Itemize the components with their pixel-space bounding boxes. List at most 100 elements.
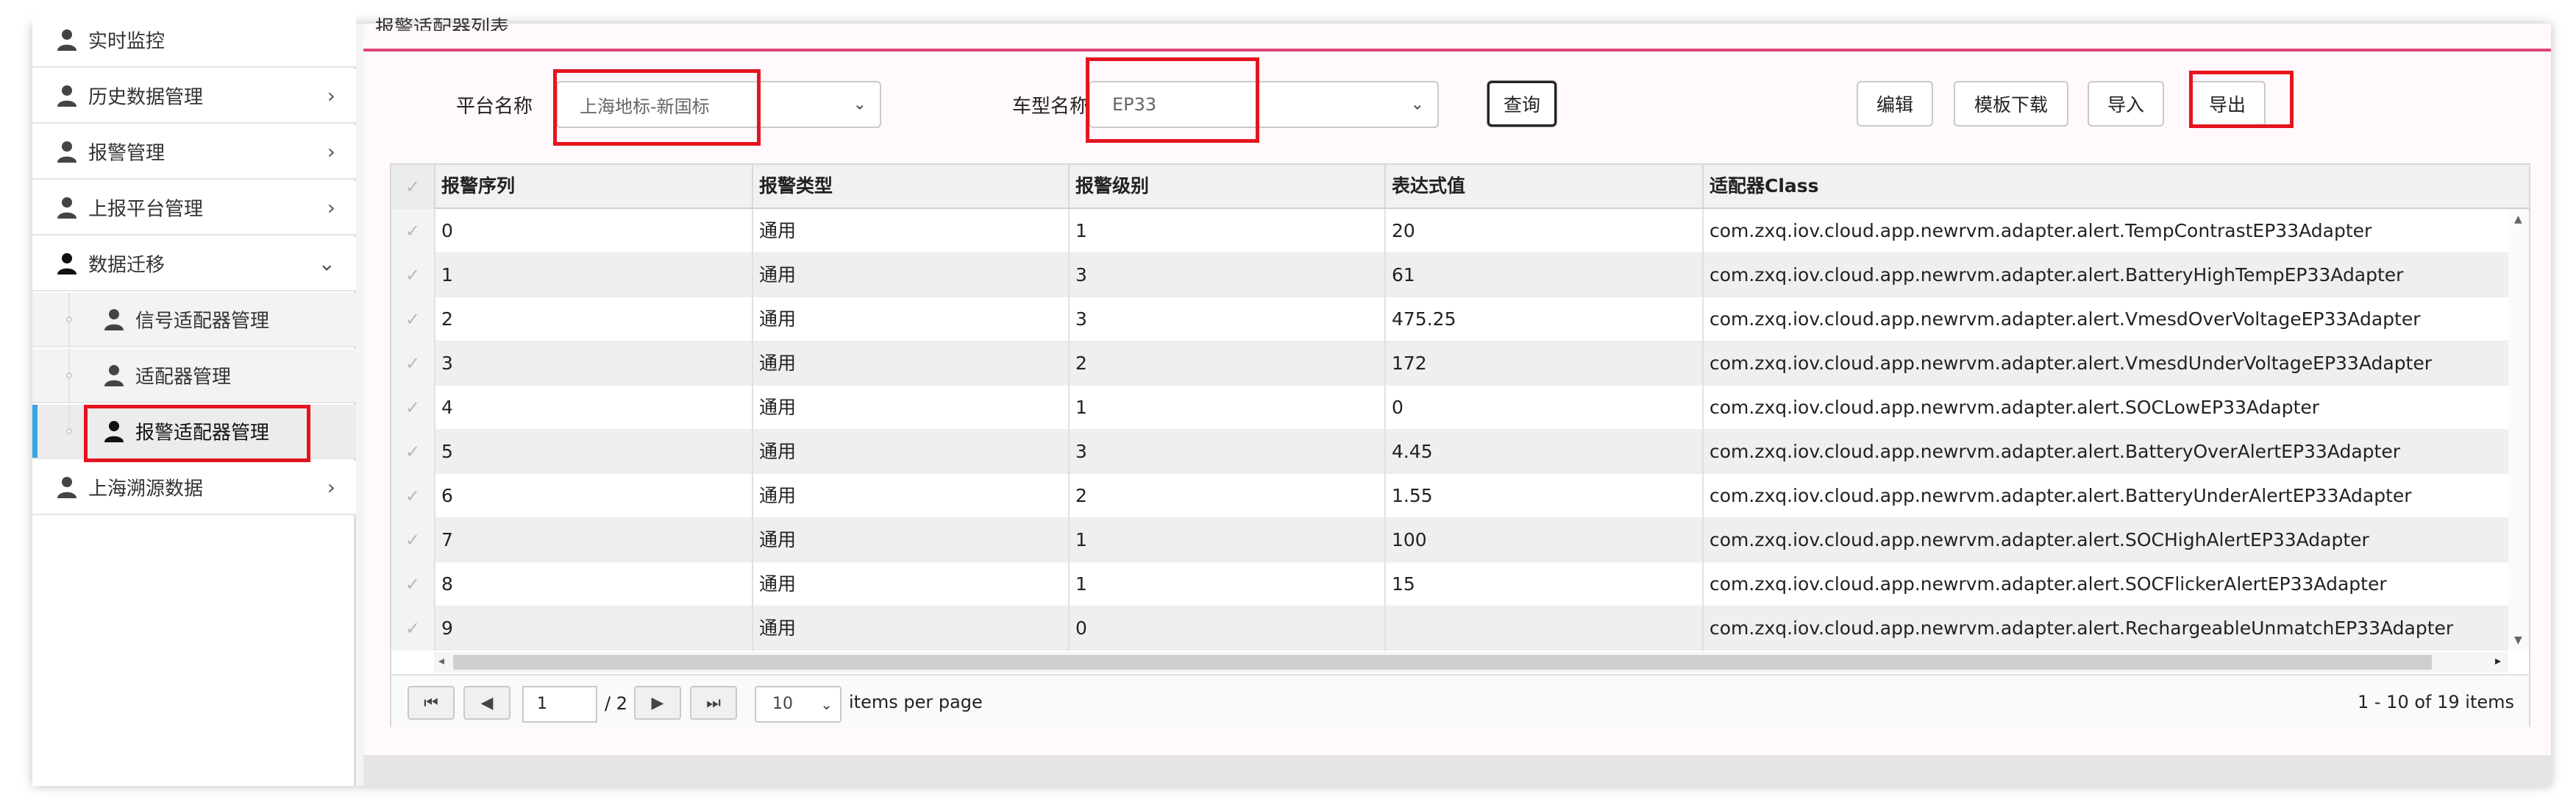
user-icon	[104, 421, 124, 442]
title-underline	[363, 49, 2551, 52]
table-row[interactable]: ✓ 9 通用 0 com.zxq.iov.cloud.app.newrvm.adapte…	[391, 606, 2508, 651]
scrollbar-thumb[interactable]	[453, 655, 2432, 670]
table-cell: 1.55	[1384, 474, 1702, 518]
column-header[interactable]: 报警序列	[434, 165, 752, 208]
footer-strip	[363, 755, 2551, 786]
sidebar-item-report-platform[interactable]: 上报平台管理 ›	[32, 181, 356, 235]
column-header[interactable]: 报警级别	[1068, 165, 1384, 208]
sidebar-subitem-signal-adapter[interactable]: 信号适配器管理	[32, 293, 356, 347]
page-number-input[interactable]: 1	[522, 686, 597, 723]
sidebar-subitem-adapter[interactable]: 适配器管理	[32, 349, 356, 403]
row-checkbox[interactable]: ✓	[391, 430, 434, 474]
table-row[interactable]: ✓ 4 通用 1 0 com.zxq.iov.cloud.app.newrvm.adapt…	[391, 386, 2508, 430]
row-checkbox[interactable]: ✓	[391, 474, 434, 518]
chevron-down-icon: ⌄	[318, 251, 335, 276]
row-checkbox[interactable]: ✓	[391, 562, 434, 606]
import-button[interactable]: 导入	[2088, 81, 2164, 127]
table-row[interactable]: ✓ 3 通用 2 172 com.zxq.iov.cloud.app.newrvm.ada…	[391, 341, 2508, 386]
table-cell: 1	[1068, 518, 1384, 562]
page-size-select[interactable]: 10 ⌄	[755, 686, 842, 723]
table-cell: 通用	[752, 297, 1068, 341]
table-row[interactable]: ✓ 6 通用 2 1.55 com.zxq.iov.cloud.app.newrvm.ad…	[391, 474, 2508, 518]
row-checkbox[interactable]: ✓	[391, 518, 434, 562]
table-header: ✓ 报警序列 报警类型 报警级别 表达式值 适配器Class	[391, 165, 2529, 209]
row-checkbox[interactable]: ✓	[391, 209, 434, 253]
model-label: 车型名称	[1012, 96, 1089, 118]
user-icon	[57, 253, 77, 275]
table-cell: 2	[1068, 341, 1384, 386]
sidebar-subitem-alarm-adapter[interactable]: 报警适配器管理	[32, 405, 356, 459]
sidebar-item-label: 报警管理	[88, 142, 166, 165]
chevron-right-icon: ›	[327, 475, 335, 500]
table-cell: 通用	[752, 518, 1068, 562]
select-all-checkbox[interactable]: ✓	[391, 165, 434, 209]
sidebar-item-label: 上报平台管理	[88, 198, 204, 221]
model-select-value: EP33	[1112, 94, 1157, 115]
table-row[interactable]: ✓ 7 通用 1 100 com.zxq.iov.cloud.app.newrvm.ada…	[391, 518, 2508, 562]
first-page-button[interactable]: ⏮	[408, 686, 455, 720]
column-header[interactable]: 报警类型	[752, 165, 1068, 208]
table-row[interactable]: ✓ 8 通用 1 15 com.zxq.iov.cloud.app.newrvm.adap…	[391, 562, 2508, 606]
sidebar-item-history-data[interactable]: 历史数据管理 ›	[32, 69, 356, 124]
edit-button[interactable]: 编辑	[1857, 81, 1933, 127]
vertical-scrollbar[interactable]: ▲ ▼	[2508, 209, 2529, 651]
table-row[interactable]: ✓ 0 通用 1 20 com.zxq.iov.cloud.app.newrvm.adap…	[391, 209, 2508, 253]
table-cell: 4.45	[1384, 430, 1702, 474]
table-row[interactable]: ✓ 1 通用 3 61 com.zxq.iov.cloud.app.newrvm.adap…	[391, 253, 2508, 297]
last-page-button[interactable]: ⏭	[690, 686, 737, 720]
row-checkbox[interactable]: ✓	[391, 386, 434, 430]
horizontal-scrollbar[interactable]: ◂ ▸	[434, 652, 2508, 673]
table-cell: 5	[434, 430, 752, 474]
table-cell: com.zxq.iov.cloud.app.newrvm.adapter.ale…	[1702, 606, 2508, 651]
row-checkbox[interactable]: ✓	[391, 341, 434, 386]
scroll-up-icon[interactable]: ▲	[2514, 213, 2522, 225]
scroll-right-icon[interactable]: ▸	[2495, 654, 2501, 667]
sidebar-item-data-migration[interactable]: 数据迁移 ⌄	[32, 237, 356, 291]
column-header[interactable]: 表达式值	[1384, 165, 1702, 208]
table-cell: 2	[1068, 474, 1384, 518]
scroll-down-icon[interactable]: ▼	[2514, 634, 2522, 646]
page-title: 报警适配器列表	[375, 17, 510, 31]
table-cell: 1	[1068, 386, 1384, 430]
next-page-icon: ▶	[651, 693, 664, 712]
table-cell: 1	[434, 253, 752, 297]
table-row[interactable]: ✓ 5 通用 3 4.45 com.zxq.iov.cloud.app.newrvm.ad…	[391, 430, 2508, 474]
sidebar-item-alarm-management[interactable]: 报警管理 ›	[32, 125, 356, 180]
row-checkbox[interactable]: ✓	[391, 606, 434, 651]
sidebar-item-realtime-monitor[interactable]: 实时监控	[32, 13, 356, 68]
column-header[interactable]: 适配器Class	[1702, 165, 2529, 208]
prev-page-button[interactable]: ◀	[463, 686, 510, 720]
table-cell: 100	[1384, 518, 1702, 562]
scroll-left-icon[interactable]: ◂	[438, 654, 444, 667]
last-page-icon: ⏭	[706, 693, 721, 712]
table-cell: com.zxq.iov.cloud.app.newrvm.adapter.ale…	[1702, 430, 2508, 474]
platform-select[interactable]: 上海地标-新国标 ⌄	[556, 81, 881, 128]
chevron-right-icon: ›	[327, 83, 335, 108]
export-button[interactable]: 导出	[2189, 81, 2266, 127]
table-cell: 通用	[752, 341, 1068, 386]
user-icon	[57, 29, 77, 51]
tree-node-icon	[66, 372, 72, 378]
table-cell: 通用	[752, 474, 1068, 518]
table-cell: 20	[1384, 209, 1702, 253]
sidebar-item-label: 历史数据管理	[88, 86, 204, 109]
row-checkbox[interactable]: ✓	[391, 253, 434, 297]
items-summary: 1 - 10 of 19 items	[2357, 692, 2514, 712]
sidebar-item-label: 适配器管理	[135, 366, 232, 389]
template-download-button[interactable]: 模板下载	[1954, 81, 2068, 127]
table-cell: 通用	[752, 430, 1068, 474]
next-page-button[interactable]: ▶	[634, 686, 681, 720]
table-cell: 6	[434, 474, 752, 518]
table-cell: com.zxq.iov.cloud.app.newrvm.adapter.ale…	[1702, 253, 2508, 297]
sidebar: 实时监控 历史数据管理 › 报警管理 › 上报平台管理 › 数据迁移 ⌄ 信号适…	[32, 13, 356, 786]
model-select[interactable]: EP33 ⌄	[1089, 81, 1439, 128]
sidebar-item-shanghai-trace-data[interactable]: 上海溯源数据 ›	[32, 461, 356, 515]
row-checkbox[interactable]: ✓	[391, 297, 434, 341]
user-icon	[57, 477, 77, 498]
sidebar-item-label: 数据迁移	[88, 254, 166, 277]
table-cell: 通用	[752, 209, 1068, 253]
query-button[interactable]: 查询	[1487, 81, 1556, 127]
page-count: / 2	[605, 693, 627, 714]
table-cell: 15	[1384, 562, 1702, 606]
table-row[interactable]: ✓ 2 通用 3 475.25 com.zxq.iov.cloud.app.newrvm.…	[391, 297, 2508, 341]
